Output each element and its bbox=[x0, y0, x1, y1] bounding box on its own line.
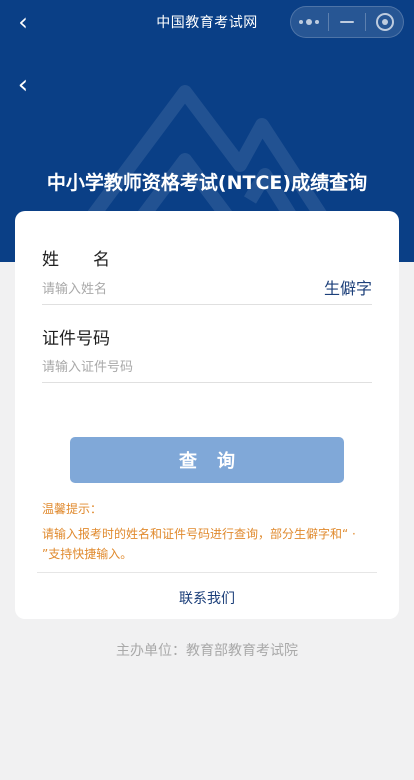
divider bbox=[37, 572, 377, 573]
name-label: 姓 名 bbox=[42, 250, 110, 270]
minimize-icon[interactable] bbox=[329, 7, 366, 37]
mini-program-topbar: ‹ 中国教育考试网 bbox=[0, 0, 414, 44]
close-target-icon[interactable] bbox=[366, 7, 403, 37]
contact-us-link[interactable]: 联系我们 bbox=[15, 588, 399, 608]
query-button[interactable]: 查询 bbox=[70, 437, 344, 483]
id-number-input[interactable] bbox=[42, 353, 372, 383]
rare-char-button[interactable]: 生僻字 bbox=[324, 275, 372, 299]
more-icon[interactable] bbox=[291, 7, 328, 37]
tips-title: 温馨提示： bbox=[42, 502, 103, 516]
name-input[interactable] bbox=[42, 275, 372, 305]
query-form-card: 姓 名 生僻字 证件号码 查询 温馨提示： 请输入报考时的姓名和证件号码进行查询… bbox=[15, 211, 399, 619]
id-number-label: 证件号码 bbox=[42, 329, 110, 349]
page-title: 中小学教师资格考试(NTCE)成绩查询 bbox=[46, 172, 368, 194]
page-back-chevron-icon[interactable]: ‹ bbox=[10, 70, 36, 100]
mini-program-capsule bbox=[290, 6, 404, 38]
organizer-footer: 主办单位：教育部教育考试院 bbox=[116, 643, 298, 659]
tips-body: 请输入报考时的姓名和证件号码进行查询，部分生僻字和“ · ”支持快捷输入。 bbox=[42, 527, 356, 561]
